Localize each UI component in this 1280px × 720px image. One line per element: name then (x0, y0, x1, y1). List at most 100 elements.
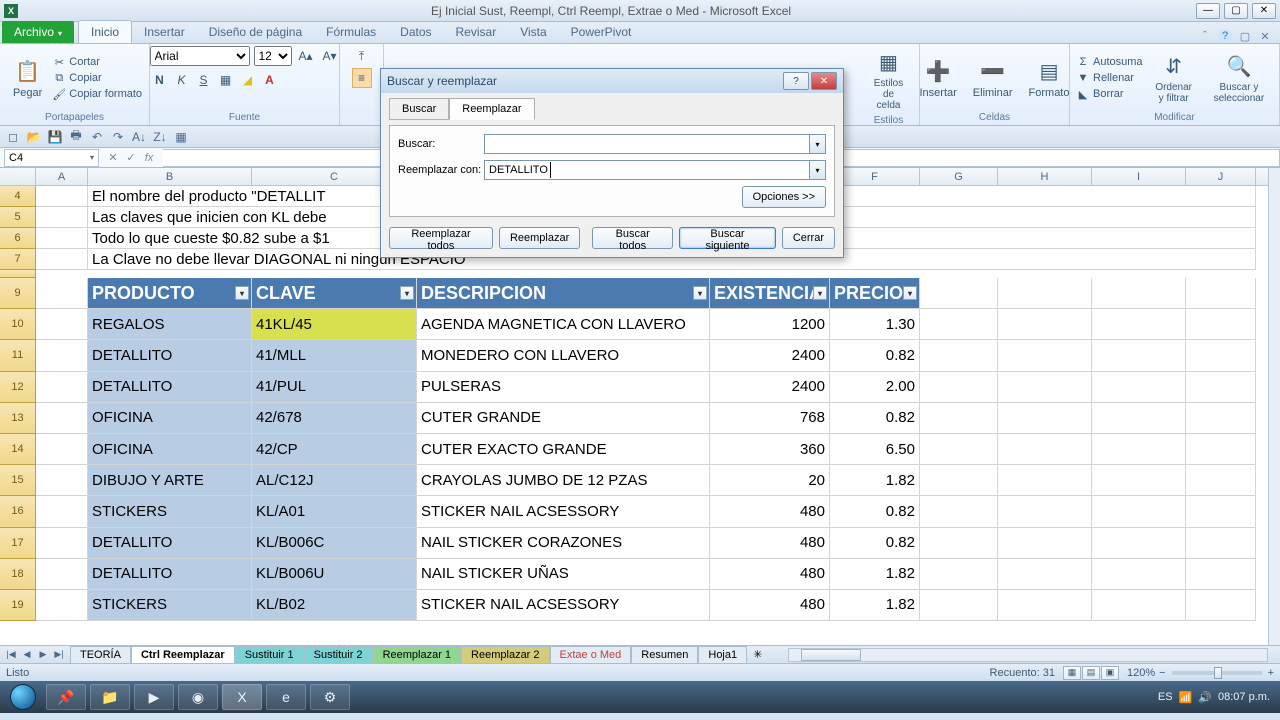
sheet-tab[interactable]: Resumen (631, 646, 698, 663)
cell[interactable]: CRAYOLAS JUMBO DE 12 PZAS (417, 465, 710, 496)
row-header[interactable]: 13 (0, 403, 36, 434)
font-name-select[interactable]: Arial (150, 46, 250, 66)
cell[interactable]: DETALLITO (88, 559, 252, 590)
cell[interactable]: 1.82 (830, 559, 920, 590)
grow-font-icon[interactable]: A▴ (296, 46, 316, 66)
cell[interactable] (920, 528, 998, 559)
row-header[interactable]: 15 (0, 465, 36, 496)
cell[interactable] (998, 465, 1092, 496)
fill-button[interactable]: ▼Rellenar (1076, 71, 1143, 85)
col-header-A[interactable]: A (36, 168, 88, 185)
row-header[interactable]: 18 (0, 559, 36, 590)
vertical-scrollbar[interactable] (1268, 168, 1280, 645)
sort-filter-button[interactable]: ⇵Ordenar y filtrar (1147, 50, 1201, 106)
cell[interactable] (36, 340, 88, 371)
autosum-button[interactable]: ΣAutosuma (1076, 55, 1143, 69)
select-all-corner[interactable] (0, 168, 36, 185)
file-tab[interactable]: Archivo (2, 21, 74, 43)
format-painter-button[interactable]: 🖌Copiar formato (52, 87, 142, 101)
tab-formulas[interactable]: Fórmulas (314, 21, 388, 43)
filter-icon[interactable]: ▾ (903, 286, 917, 300)
shrink-font-icon[interactable]: A▾ (320, 46, 340, 66)
border-button[interactable]: ▦ (216, 70, 236, 90)
table-header-clave[interactable]: CLAVE▾ (252, 278, 417, 309)
cell[interactable]: KL/B006U (252, 559, 417, 590)
taskbar-chrome[interactable]: ◉ (178, 684, 218, 710)
sheet-nav-next-icon[interactable]: ▶ (36, 649, 50, 660)
table-header-precio[interactable]: PRECIO▾ (830, 278, 920, 309)
cell[interactable]: 480 (710, 559, 830, 590)
cell[interactable] (920, 278, 998, 309)
qat-sort-desc-icon[interactable]: Z↓ (151, 128, 169, 146)
row-header[interactable]: 5 (0, 207, 36, 228)
cell[interactable] (1092, 434, 1186, 465)
qat-save-icon[interactable]: 💾 (46, 128, 64, 146)
cell[interactable] (1186, 340, 1256, 371)
cell[interactable]: AL/C12J (252, 465, 417, 496)
dialog-tab-find[interactable]: Buscar (389, 98, 449, 120)
help-icon[interactable]: ? (1218, 29, 1232, 43)
cell[interactable]: DIBUJO Y ARTE (88, 465, 252, 496)
align-left-icon[interactable]: ≡ (352, 68, 372, 88)
table-header-existencia[interactable]: EXISTENCIA▾ (710, 278, 830, 309)
cell[interactable]: KL/B02 (252, 590, 417, 621)
cell[interactable] (998, 496, 1092, 527)
cell[interactable]: MONEDERO CON LLAVERO (417, 340, 710, 371)
find-all-button[interactable]: Buscar todos (592, 227, 673, 249)
filter-icon[interactable]: ▾ (813, 286, 827, 300)
row-header[interactable]: 17 (0, 528, 36, 559)
cell[interactable] (1092, 403, 1186, 434)
cell[interactable]: 0.82 (830, 340, 920, 371)
font-size-select[interactable]: 12 (254, 46, 292, 66)
fill-color-button[interactable]: ◢ (238, 70, 258, 90)
clear-button[interactable]: ◣Borrar (1076, 87, 1143, 101)
row-header[interactable]: 6 (0, 228, 36, 249)
cell[interactable] (36, 228, 88, 249)
tab-datos[interactable]: Datos (388, 21, 443, 43)
filter-icon[interactable]: ▾ (235, 286, 249, 300)
cell[interactable] (998, 309, 1092, 340)
cell[interactable] (1092, 528, 1186, 559)
cell[interactable] (1092, 309, 1186, 340)
cell[interactable]: 360 (710, 434, 830, 465)
tab-diseno[interactable]: Diseño de página (197, 21, 314, 43)
cell[interactable] (1186, 278, 1256, 309)
copy-button[interactable]: ⧉Copiar (52, 71, 142, 85)
cell[interactable] (920, 465, 998, 496)
cell[interactable] (920, 372, 998, 403)
tray-network-icon[interactable]: 📶 (1179, 691, 1193, 704)
table-header-descripcion[interactable]: DESCRIPCION▾ (417, 278, 710, 309)
row-header[interactable]: 7 (0, 249, 36, 270)
qat-new-icon[interactable]: ◻ (4, 128, 22, 146)
close-dialog-button[interactable]: Cerrar (782, 227, 835, 249)
font-color-button[interactable]: A (260, 70, 280, 90)
cell[interactable]: NAIL STICKER CORAZONES (417, 528, 710, 559)
cell[interactable] (998, 559, 1092, 590)
row-header[interactable]: 14 (0, 434, 36, 465)
cell[interactable] (920, 340, 998, 371)
taskbar-ie[interactable]: e (266, 684, 306, 710)
cell[interactable] (998, 340, 1092, 371)
find-select-button[interactable]: 🔍Buscar y seleccionar (1205, 50, 1273, 106)
maximize-button[interactable]: ▢ (1224, 3, 1248, 19)
start-button[interactable] (4, 683, 42, 711)
cell[interactable]: 42/CP (252, 434, 417, 465)
cell[interactable]: 1.30 (830, 309, 920, 340)
paste-button[interactable]: 📋 Pegar (7, 55, 48, 101)
tray-lang[interactable]: ES (1158, 691, 1173, 703)
qat-print-icon[interactable]: 🖶 (67, 128, 85, 146)
cell[interactable] (36, 403, 88, 434)
minimize-ribbon-icon[interactable]: ˆ (1198, 29, 1212, 43)
cell[interactable]: REGALOS (88, 309, 252, 340)
dialog-tab-replace[interactable]: Reemplazar (449, 98, 534, 120)
cell[interactable]: AGENDA MAGNETICA CON LLAVERO (417, 309, 710, 340)
cell[interactable]: STICKERS (88, 496, 252, 527)
cell[interactable]: OFICINA (88, 403, 252, 434)
cell[interactable]: 480 (710, 496, 830, 527)
tab-vista[interactable]: Vista (508, 21, 558, 43)
cell[interactable] (1186, 309, 1256, 340)
replace-all-button[interactable]: Reemplazar todos (389, 227, 493, 249)
tab-revisar[interactable]: Revisar (444, 21, 509, 43)
cell[interactable] (36, 559, 88, 590)
cell[interactable]: 768 (710, 403, 830, 434)
